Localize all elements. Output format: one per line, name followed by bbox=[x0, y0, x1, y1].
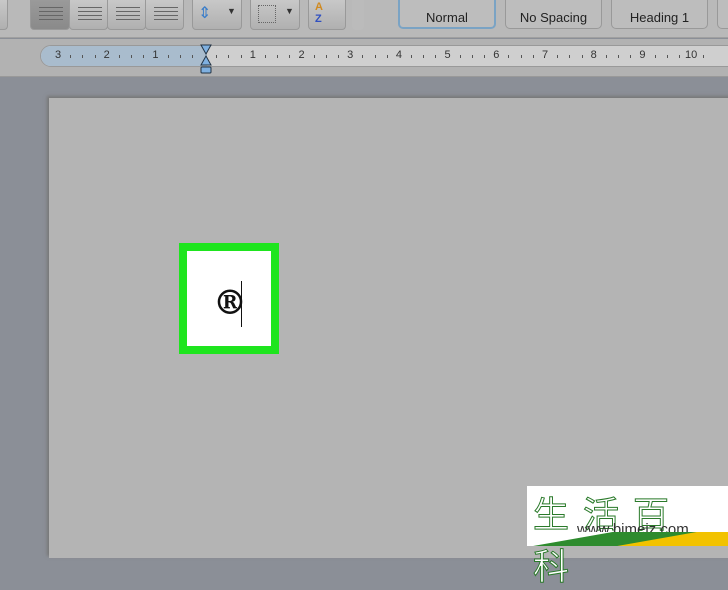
ruler-tick bbox=[277, 55, 279, 58]
ruler-tick bbox=[325, 55, 327, 58]
ruler-tick bbox=[581, 55, 583, 58]
ruler-tick bbox=[557, 55, 559, 58]
ruler-tick bbox=[484, 55, 486, 58]
ruler-number: 1 bbox=[249, 49, 256, 61]
ruler-number: 10 bbox=[684, 49, 698, 61]
ruler-tick bbox=[411, 55, 413, 58]
ruler-tick bbox=[630, 55, 632, 58]
ruler-number: 2 bbox=[298, 49, 305, 61]
watermark-logo: 生活百科 www.bimeiz.com bbox=[527, 486, 728, 589]
borders-button[interactable]: ▼ bbox=[250, 0, 300, 30]
align-right-button[interactable] bbox=[107, 0, 146, 30]
style-no-spacing[interactable]: No Spacing bbox=[505, 0, 602, 29]
chevron-down-icon: ▼ bbox=[285, 6, 294, 16]
highlighted-selection: ® bbox=[179, 243, 279, 354]
left-margin-area bbox=[41, 46, 207, 66]
ruler-number: 9 bbox=[639, 49, 646, 61]
ruler-number: 7 bbox=[541, 49, 549, 61]
ruler-tick bbox=[471, 55, 473, 58]
align-justify-button[interactable] bbox=[145, 0, 184, 30]
ruler-tick bbox=[313, 55, 315, 58]
style-normal[interactable]: Normal bbox=[398, 0, 496, 29]
borders-icon bbox=[258, 5, 276, 23]
ruler-tick bbox=[654, 55, 656, 58]
ruler-tick bbox=[118, 55, 120, 58]
ruler-tick bbox=[508, 55, 510, 58]
ruler-tick bbox=[618, 55, 620, 58]
ribbon-toolbar: ⇕ ▼ ▼ AZ Normal No Spacing Heading 1 bbox=[0, 0, 728, 38]
line-spacing-icon: ⇕ bbox=[198, 5, 212, 22]
style-label: Heading 1 bbox=[629, 10, 690, 25]
ruler-tick bbox=[374, 55, 376, 58]
style-label: No Spacing bbox=[519, 10, 588, 25]
dropdown-button[interactable] bbox=[0, 0, 8, 30]
ruler-tick bbox=[143, 55, 145, 58]
ruler-tick bbox=[179, 55, 181, 58]
horizontal-ruler[interactable]: 3 2 1 1 2 3 4 5 6 7 8 9 10 bbox=[40, 45, 728, 67]
ruler-tick bbox=[167, 55, 169, 58]
ruler-tick bbox=[569, 55, 571, 58]
ruler-tick bbox=[520, 55, 522, 58]
ruler-tick bbox=[191, 55, 193, 58]
text-cursor bbox=[241, 281, 242, 327]
align-justify-icon bbox=[154, 7, 178, 23]
indent-marker-icon[interactable] bbox=[200, 44, 212, 74]
ruler-tick bbox=[423, 55, 425, 58]
ruler-tick bbox=[289, 55, 291, 58]
ruler-number: 6 bbox=[493, 49, 500, 61]
ruler-tick bbox=[666, 55, 668, 58]
ruler-number: 2 bbox=[103, 49, 110, 61]
ruler-tick bbox=[228, 55, 230, 58]
align-center-icon bbox=[78, 7, 102, 23]
ruler-tick bbox=[216, 55, 218, 58]
ruler-tick bbox=[82, 55, 84, 58]
chevron-down-icon: ▼ bbox=[227, 6, 236, 16]
ruler-tick bbox=[131, 55, 133, 58]
ruler-tick bbox=[338, 55, 340, 58]
ruler-tick bbox=[240, 55, 242, 58]
ruler-tick bbox=[94, 55, 96, 58]
ruler-tick bbox=[703, 55, 705, 58]
align-left-icon bbox=[39, 7, 63, 23]
style-more[interactable] bbox=[717, 0, 728, 29]
ruler-tick bbox=[605, 55, 607, 58]
style-label: Normal bbox=[426, 10, 468, 25]
ruler-number: 3 bbox=[54, 49, 62, 61]
ruler-number: 4 bbox=[395, 49, 402, 61]
line-spacing-button[interactable]: ⇕ ▼ bbox=[192, 0, 242, 30]
align-right-icon bbox=[116, 7, 140, 23]
ruler-tick bbox=[362, 55, 364, 58]
ruler-tick bbox=[459, 55, 461, 58]
ruler-tick bbox=[678, 55, 680, 58]
style-heading-1[interactable]: Heading 1 bbox=[611, 0, 708, 29]
ruler-tick bbox=[532, 55, 534, 58]
ruler-number: 5 bbox=[444, 49, 451, 61]
align-left-button[interactable] bbox=[30, 0, 70, 30]
watermark-swoosh bbox=[527, 532, 728, 546]
sort-button[interactable]: AZ bbox=[308, 0, 346, 30]
ruler-number: 8 bbox=[590, 49, 597, 61]
ruler-tick bbox=[264, 55, 266, 58]
ruler-number: 1 bbox=[152, 49, 159, 61]
ruler-tick bbox=[70, 55, 72, 58]
ruler-tick bbox=[435, 55, 437, 58]
align-center-button[interactable] bbox=[69, 0, 108, 30]
sort-az-icon: AZ bbox=[315, 1, 323, 25]
ruler-tick bbox=[386, 55, 388, 58]
ruler-bar: 3 2 1 1 2 3 4 5 6 7 8 9 10 bbox=[0, 39, 728, 77]
ruler-number: 3 bbox=[347, 49, 354, 61]
